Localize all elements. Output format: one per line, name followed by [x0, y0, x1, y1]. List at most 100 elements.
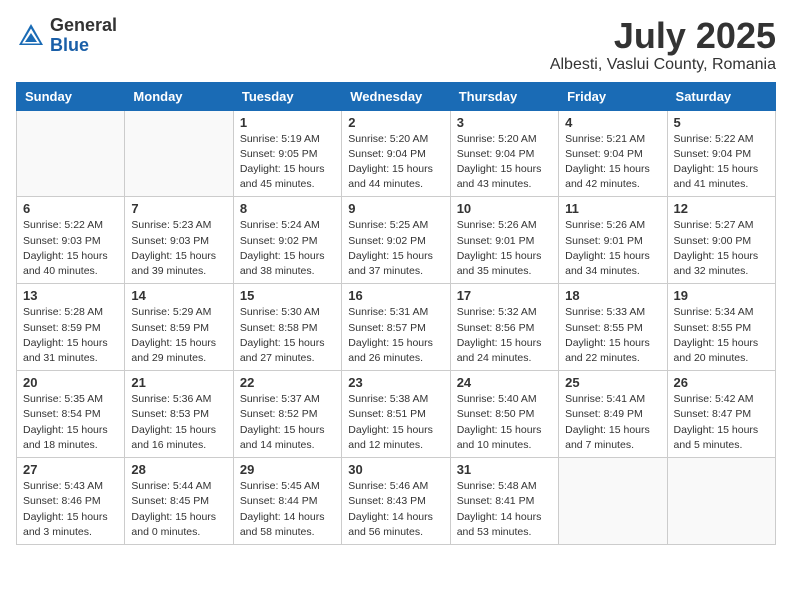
calendar-cell: 31 Sunrise: 5:48 AM Sunset: 8:41 PM Dayli… — [450, 458, 558, 545]
logo-general-text: General — [50, 16, 117, 36]
day-info: Sunrise: 5:44 AM Sunset: 8:45 PM Dayligh… — [131, 479, 226, 540]
day-info: Sunrise: 5:43 AM Sunset: 8:46 PM Dayligh… — [23, 479, 118, 540]
day-info: Sunrise: 5:23 AM Sunset: 9:03 PM Dayligh… — [131, 218, 226, 279]
logo: General Blue — [16, 16, 117, 56]
calendar-cell: 27 Sunrise: 5:43 AM Sunset: 8:46 PM Dayli… — [17, 458, 125, 545]
day-number: 13 — [23, 288, 118, 303]
day-info: Sunrise: 5:28 AM Sunset: 8:59 PM Dayligh… — [23, 305, 118, 366]
logo-text: General Blue — [50, 16, 117, 56]
calendar-week-row: 13 Sunrise: 5:28 AM Sunset: 8:59 PM Dayli… — [17, 284, 776, 371]
day-info: Sunrise: 5:42 AM Sunset: 8:47 PM Dayligh… — [674, 392, 769, 453]
calendar-cell: 24 Sunrise: 5:40 AM Sunset: 8:50 PM Dayli… — [450, 371, 558, 458]
calendar-cell: 16 Sunrise: 5:31 AM Sunset: 8:57 PM Dayli… — [342, 284, 450, 371]
day-number: 31 — [457, 462, 552, 477]
day-info: Sunrise: 5:34 AM Sunset: 8:55 PM Dayligh… — [674, 305, 769, 366]
calendar-cell: 1 Sunrise: 5:19 AM Sunset: 9:05 PM Daylig… — [233, 110, 341, 197]
calendar-cell: 23 Sunrise: 5:38 AM Sunset: 8:51 PM Dayli… — [342, 371, 450, 458]
calendar-cell: 17 Sunrise: 5:32 AM Sunset: 8:56 PM Dayli… — [450, 284, 558, 371]
day-number: 3 — [457, 115, 552, 130]
logo-blue-text: Blue — [50, 36, 117, 56]
day-number: 26 — [674, 375, 769, 390]
day-info: Sunrise: 5:33 AM Sunset: 8:55 PM Dayligh… — [565, 305, 660, 366]
calendar-week-row: 1 Sunrise: 5:19 AM Sunset: 9:05 PM Daylig… — [17, 110, 776, 197]
calendar-cell — [667, 458, 775, 545]
day-number: 18 — [565, 288, 660, 303]
calendar-cell: 28Sunrise: 5:44 AM Sunset: 8:45 PM Dayli… — [125, 458, 233, 545]
day-number: 21 — [131, 375, 226, 390]
location-subtitle: Albesti, Vaslui County, Romania — [550, 56, 776, 74]
calendar-table: SundayMondayTuesdayWednesdayThursdayFrid… — [16, 82, 776, 545]
calendar-cell: 20 Sunrise: 5:35 AM Sunset: 8:54 PM Dayli… — [17, 371, 125, 458]
day-number: 20 — [23, 375, 118, 390]
day-info: Sunrise: 5:24 AM Sunset: 9:02 PM Dayligh… — [240, 218, 335, 279]
day-info: Sunrise: 5:41 AM Sunset: 8:49 PM Dayligh… — [565, 392, 660, 453]
day-number: 5 — [674, 115, 769, 130]
day-info: Sunrise: 5:20 AM Sunset: 9:04 PM Dayligh… — [457, 132, 552, 193]
day-info: Sunrise: 5:25 AM Sunset: 9:02 PM Dayligh… — [348, 218, 443, 279]
day-number: 12 — [674, 201, 769, 216]
calendar-cell: 8 Sunrise: 5:24 AM Sunset: 9:02 PM Daylig… — [233, 197, 341, 284]
day-info: Sunrise: 5:48 AM Sunset: 8:41 PM Dayligh… — [457, 479, 552, 540]
day-info: Sunrise: 5:40 AM Sunset: 8:50 PM Dayligh… — [457, 392, 552, 453]
day-number: 22 — [240, 375, 335, 390]
weekday-header-friday: Friday — [559, 82, 667, 110]
day-number: 23 — [348, 375, 443, 390]
day-number: 2 — [348, 115, 443, 130]
calendar-cell — [17, 110, 125, 197]
calendar-cell — [125, 110, 233, 197]
calendar-cell: 19 Sunrise: 5:34 AM Sunset: 8:55 PM Dayli… — [667, 284, 775, 371]
calendar-week-row: 6Sunrise: 5:22 AM Sunset: 9:03 PM Daylig… — [17, 197, 776, 284]
weekday-header-monday: Monday — [125, 82, 233, 110]
weekday-header-thursday: Thursday — [450, 82, 558, 110]
calendar-cell: 10Sunrise: 5:26 AM Sunset: 9:01 PM Dayli… — [450, 197, 558, 284]
calendar-cell: 18 Sunrise: 5:33 AM Sunset: 8:55 PM Dayli… — [559, 284, 667, 371]
calendar-cell: 3 Sunrise: 5:20 AM Sunset: 9:04 PM Daylig… — [450, 110, 558, 197]
day-info: Sunrise: 5:22 AM Sunset: 9:03 PM Dayligh… — [23, 218, 118, 279]
day-number: 27 — [23, 462, 118, 477]
day-info: Sunrise: 5:37 AM Sunset: 8:52 PM Dayligh… — [240, 392, 335, 453]
day-info: Sunrise: 5:20 AM Sunset: 9:04 PM Dayligh… — [348, 132, 443, 193]
day-number: 25 — [565, 375, 660, 390]
day-info: Sunrise: 5:31 AM Sunset: 8:57 PM Dayligh… — [348, 305, 443, 366]
calendar-cell: 26 Sunrise: 5:42 AM Sunset: 8:47 PM Dayli… — [667, 371, 775, 458]
calendar-week-row: 27 Sunrise: 5:43 AM Sunset: 8:46 PM Dayli… — [17, 458, 776, 545]
day-number: 10 — [457, 201, 552, 216]
weekday-header-wednesday: Wednesday — [342, 82, 450, 110]
day-info: Sunrise: 5:35 AM Sunset: 8:54 PM Dayligh… — [23, 392, 118, 453]
calendar-cell: 13 Sunrise: 5:28 AM Sunset: 8:59 PM Dayli… — [17, 284, 125, 371]
weekday-header-sunday: Sunday — [17, 82, 125, 110]
logo-icon — [16, 21, 46, 51]
day-number: 4 — [565, 115, 660, 130]
day-info: Sunrise: 5:36 AM Sunset: 8:53 PM Dayligh… — [131, 392, 226, 453]
calendar-cell: 12 Sunrise: 5:27 AM Sunset: 9:00 PM Dayli… — [667, 197, 775, 284]
day-number: 8 — [240, 201, 335, 216]
day-info: Sunrise: 5:22 AM Sunset: 9:04 PM Dayligh… — [674, 132, 769, 193]
calendar-cell — [559, 458, 667, 545]
day-number: 29 — [240, 462, 335, 477]
day-info: Sunrise: 5:19 AM Sunset: 9:05 PM Dayligh… — [240, 132, 335, 193]
day-info: Sunrise: 5:38 AM Sunset: 8:51 PM Dayligh… — [348, 392, 443, 453]
day-info: Sunrise: 5:45 AM Sunset: 8:44 PM Dayligh… — [240, 479, 335, 540]
calendar-cell: 14Sunrise: 5:29 AM Sunset: 8:59 PM Dayli… — [125, 284, 233, 371]
day-number: 17 — [457, 288, 552, 303]
day-info: Sunrise: 5:32 AM Sunset: 8:56 PM Dayligh… — [457, 305, 552, 366]
day-number: 11 — [565, 201, 660, 216]
calendar-cell: 4 Sunrise: 5:21 AM Sunset: 9:04 PM Daylig… — [559, 110, 667, 197]
day-info: Sunrise: 5:21 AM Sunset: 9:04 PM Dayligh… — [565, 132, 660, 193]
calendar-cell: 30 Sunrise: 5:46 AM Sunset: 8:43 PM Dayli… — [342, 458, 450, 545]
calendar-cell: 22 Sunrise: 5:37 AM Sunset: 8:52 PM Dayli… — [233, 371, 341, 458]
day-number: 19 — [674, 288, 769, 303]
calendar-cell: 15Sunrise: 5:30 AM Sunset: 8:58 PM Dayli… — [233, 284, 341, 371]
day-info: Sunrise: 5:26 AM Sunset: 9:01 PM Dayligh… — [565, 218, 660, 279]
day-info: Sunrise: 5:30 AM Sunset: 8:58 PM Dayligh… — [240, 305, 335, 366]
day-number: 16 — [348, 288, 443, 303]
weekday-header-saturday: Saturday — [667, 82, 775, 110]
calendar-cell: 9Sunrise: 5:25 AM Sunset: 9:02 PM Daylig… — [342, 197, 450, 284]
day-number: 30 — [348, 462, 443, 477]
day-info: Sunrise: 5:27 AM Sunset: 9:00 PM Dayligh… — [674, 218, 769, 279]
day-info: Sunrise: 5:46 AM Sunset: 8:43 PM Dayligh… — [348, 479, 443, 540]
day-number: 1 — [240, 115, 335, 130]
day-number: 24 — [457, 375, 552, 390]
day-info: Sunrise: 5:29 AM Sunset: 8:59 PM Dayligh… — [131, 305, 226, 366]
title-section: July 2025 Albesti, Vaslui County, Romani… — [550, 16, 776, 74]
